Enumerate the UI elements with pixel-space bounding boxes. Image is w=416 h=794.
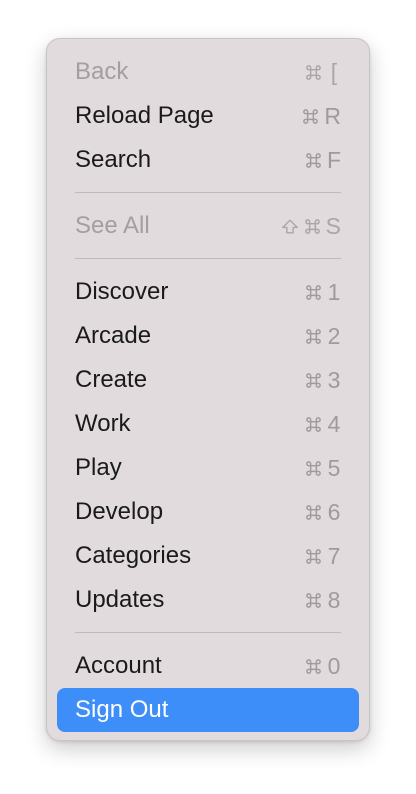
menu-item-account[interactable]: Account 0 — [57, 644, 359, 688]
shortcut-work: 4 — [304, 411, 341, 438]
shortcut-key: F — [326, 146, 341, 173]
shortcut-key: 3 — [327, 366, 341, 393]
menu-item-label: Search — [75, 146, 152, 173]
command-key-icon — [304, 657, 323, 676]
shortcut-discover: 1 — [304, 279, 341, 306]
menu-item-label: Play — [75, 454, 122, 481]
shortcut-key: 0 — [327, 652, 341, 679]
menu-item-see-all: See All S — [57, 204, 359, 248]
menu-item-work[interactable]: Work 4 — [57, 402, 359, 446]
command-key-icon — [304, 283, 323, 302]
menu-item-label: Back — [75, 58, 129, 85]
command-key-icon — [304, 151, 323, 170]
command-key-icon — [304, 503, 323, 522]
shortcut-search: F — [304, 147, 341, 174]
shortcut-reload-page: R — [301, 103, 341, 130]
shortcut-categories: 7 — [304, 543, 341, 570]
command-key-icon — [304, 415, 323, 434]
shortcut-arcade: 2 — [304, 323, 341, 350]
menu-item-arcade[interactable]: Arcade 2 — [57, 314, 359, 358]
shortcut-key: [ — [330, 58, 338, 85]
menu-item-label: Work — [75, 410, 131, 437]
shortcut-see-all: S — [281, 213, 341, 240]
menu-item-label: Create — [75, 366, 148, 393]
menu-item-discover[interactable]: Discover 1 — [57, 270, 359, 314]
shortcut-key: 1 — [327, 278, 341, 305]
menu-item-categories[interactable]: Categories 7 — [57, 534, 359, 578]
shortcut-back: [ — [304, 59, 341, 86]
menu-item-create[interactable]: Create 3 — [57, 358, 359, 402]
menu-item-label: Discover — [75, 278, 169, 305]
command-key-icon — [301, 107, 320, 126]
menu-item-updates[interactable]: Updates 8 — [57, 578, 359, 622]
shortcut-play: 5 — [304, 455, 341, 482]
command-key-icon — [304, 63, 323, 82]
menu-separator — [75, 258, 341, 259]
shortcut-account: 0 — [304, 653, 341, 680]
shortcut-key: 6 — [327, 498, 341, 525]
menu-item-label: Sign Out — [75, 696, 169, 723]
shift-key-icon — [281, 217, 299, 236]
command-key-icon — [304, 591, 323, 610]
menu-item-label: Account — [75, 652, 162, 679]
menu-separator — [75, 192, 341, 193]
menu-item-label: Reload Page — [75, 102, 214, 129]
command-key-icon — [304, 327, 323, 346]
command-key-icon — [304, 459, 323, 478]
command-key-icon — [303, 217, 322, 236]
menu-item-play[interactable]: Play 5 — [57, 446, 359, 490]
shortcut-key: 7 — [327, 542, 341, 569]
shortcut-key: 5 — [327, 454, 341, 481]
menu-item-back: Back [ — [57, 50, 359, 94]
menu-separator — [75, 632, 341, 633]
shortcut-key: 2 — [327, 322, 341, 349]
shortcut-develop: 6 — [304, 499, 341, 526]
shortcut-key: S — [325, 212, 341, 239]
shortcut-updates: 8 — [304, 587, 341, 614]
shortcut-key: R — [324, 102, 341, 129]
menu-item-reload-page[interactable]: Reload Page R — [57, 94, 359, 138]
shortcut-create: 3 — [304, 367, 341, 394]
menu-item-develop[interactable]: Develop 6 — [57, 490, 359, 534]
shortcut-key: 4 — [327, 410, 341, 437]
menu-item-label: See All — [75, 212, 150, 239]
menu-item-label: Categories — [75, 542, 192, 569]
context-menu: Back [ Reload Page R Search F See All S … — [46, 38, 370, 741]
menu-item-label: Updates — [75, 586, 165, 613]
menu-item-label: Arcade — [75, 322, 152, 349]
command-key-icon — [304, 371, 323, 390]
menu-item-sign-out[interactable]: Sign Out — [57, 688, 359, 732]
menu-item-search[interactable]: Search F — [57, 138, 359, 182]
shortcut-key: 8 — [327, 586, 341, 613]
command-key-icon — [304, 547, 323, 566]
menu-item-label: Develop — [75, 498, 164, 525]
